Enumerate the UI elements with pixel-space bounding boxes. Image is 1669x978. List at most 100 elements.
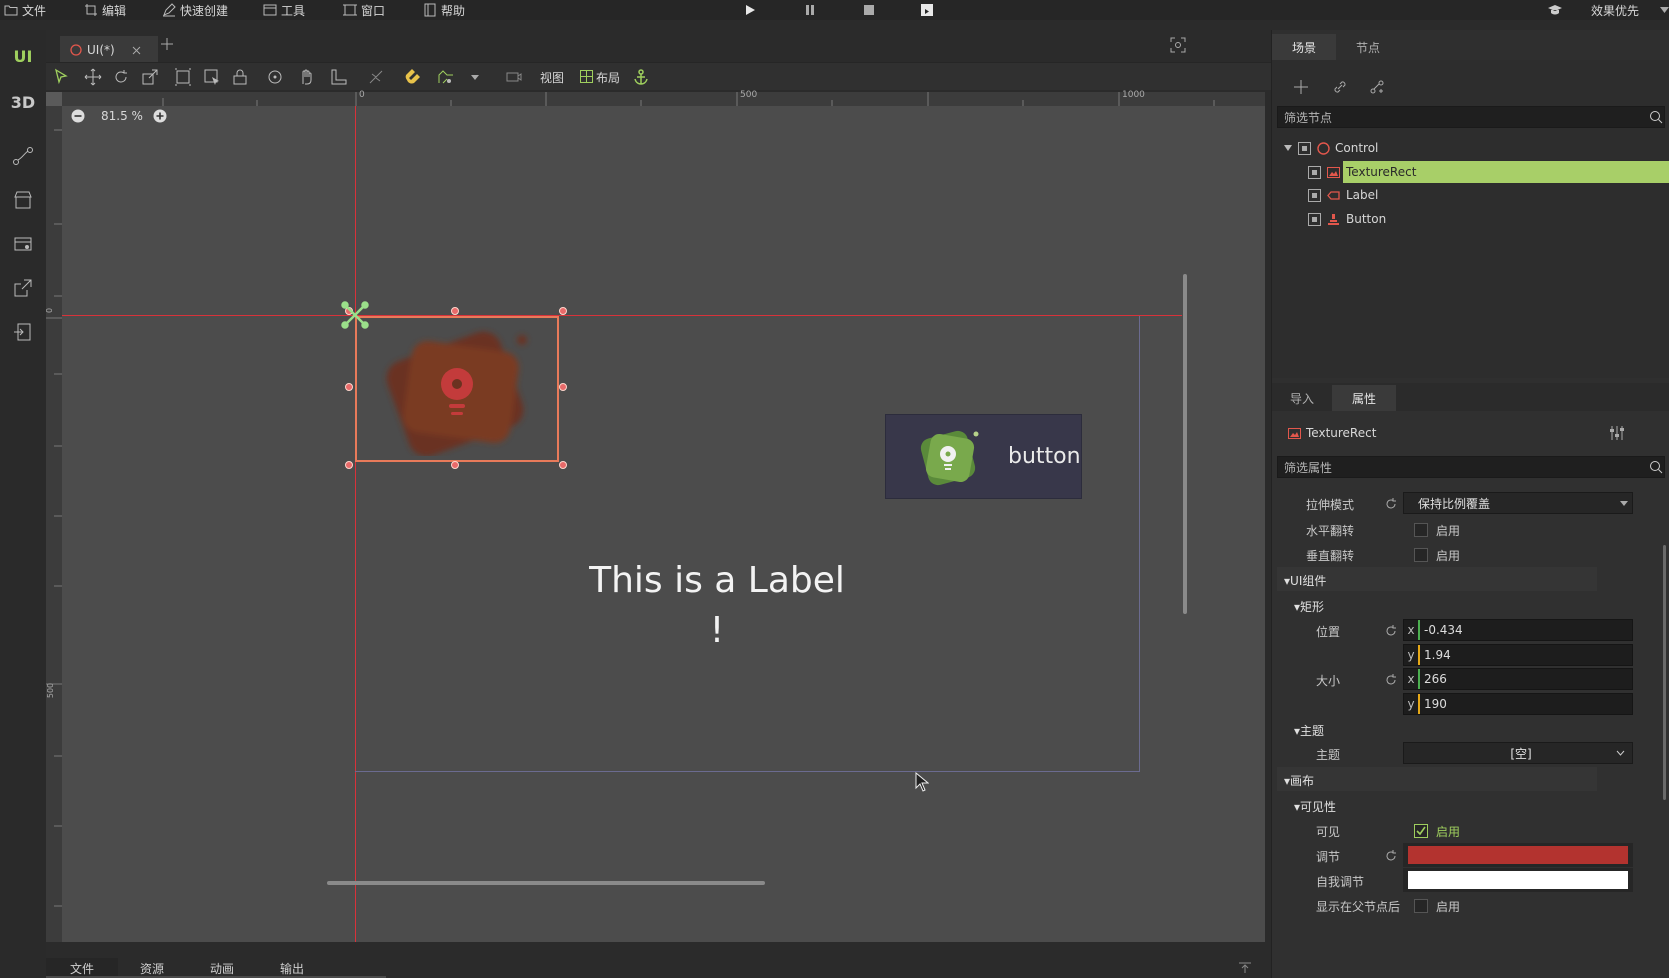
tab-output[interactable]: 输出 [256, 958, 328, 978]
tab-filesystem[interactable]: 文件 [46, 958, 119, 978]
menu-tools[interactable]: 工具 [263, 2, 305, 18]
ruler-icon[interactable] [330, 68, 348, 86]
store-button[interactable] [0, 180, 46, 220]
link-icon[interactable] [1332, 79, 1348, 95]
zoom-out-icon[interactable] [71, 109, 85, 123]
list-select-icon[interactable] [203, 68, 221, 86]
rotate-icon[interactable] [112, 68, 130, 86]
add-node-icon[interactable] [1294, 80, 1308, 94]
chevron-down-icon[interactable] [1620, 501, 1628, 506]
menu-quick-create[interactable]: 快速创建 [162, 2, 228, 18]
instance-scene-icon[interactable] [1369, 79, 1385, 95]
export-button[interactable] [0, 268, 46, 308]
tab-import[interactable]: 导入 [1272, 385, 1332, 411]
tree-row-button[interactable]: Button [1272, 208, 1669, 230]
visibility-toggle-icon[interactable] [1308, 212, 1321, 226]
reset-icon[interactable] [1384, 849, 1398, 863]
modulate-color-picker[interactable] [1403, 843, 1633, 867]
theme-select[interactable]: [空] [1403, 742, 1633, 764]
curve-tool-button[interactable] [0, 136, 46, 176]
lock-icon[interactable] [231, 68, 249, 86]
focus-frame-icon[interactable] [1170, 37, 1186, 53]
add-tab-icon[interactable] [161, 38, 173, 50]
position-y-field[interactable]: y 1.94 [1403, 644, 1633, 666]
quality-mode[interactable]: 效果优先 [1591, 2, 1639, 19]
tab-node[interactable]: 节点 [1336, 34, 1400, 60]
tab-assets[interactable]: 资源 [116, 958, 188, 978]
tab-scene[interactable]: 场景 [1272, 34, 1336, 60]
reset-icon[interactable] [1384, 673, 1398, 687]
horizontal-scrollbar[interactable] [327, 881, 765, 885]
snap-options-icon[interactable] [436, 68, 454, 86]
pivot-icon[interactable] [266, 68, 284, 86]
chevron-down-icon[interactable] [1616, 750, 1625, 756]
anchor-icon[interactable] [632, 68, 650, 86]
self-modulate-color-picker[interactable] [1403, 868, 1633, 892]
document-tab[interactable]: UI(*) [60, 36, 158, 64]
visibility-toggle-icon[interactable] [1308, 165, 1321, 179]
tree-row-texturerect[interactable]: TextureRect [1272, 161, 1669, 183]
close-icon[interactable] [132, 46, 141, 55]
reset-icon[interactable] [1384, 497, 1398, 511]
collapse-arrow-icon[interactable] [1284, 144, 1292, 152]
3d-mode-button[interactable]: 3D [0, 82, 46, 122]
section-visibility-title[interactable]: ▾可见性 [1294, 798, 1336, 815]
canvas-button[interactable]: button [885, 414, 1082, 499]
graduation-cap-icon[interactable] [1547, 3, 1563, 17]
snap-magnet-icon[interactable] [404, 68, 422, 86]
grid-layout-icon[interactable] [580, 70, 593, 83]
size-y-field[interactable]: y 190 [1403, 693, 1633, 715]
vertical-scrollbar[interactable] [1183, 274, 1187, 614]
position-x-field[interactable]: x -0.434 [1403, 619, 1633, 641]
menu-help[interactable]: 帮助 [423, 2, 465, 18]
property-filter-input[interactable]: 筛选属性 [1277, 456, 1665, 478]
rect-select-icon[interactable] [174, 68, 192, 86]
pause-icon[interactable] [804, 4, 816, 16]
visible-checkbox[interactable] [1414, 824, 1428, 838]
show-behind-parent-checkbox[interactable] [1414, 899, 1428, 913]
bone-icon[interactable] [367, 68, 385, 86]
search-icon[interactable] [1649, 110, 1663, 124]
scale-icon[interactable] [141, 68, 159, 86]
tab-animation[interactable]: 动画 [186, 958, 258, 978]
reset-icon[interactable] [1384, 624, 1398, 638]
texture-rect-selection[interactable] [355, 316, 559, 462]
expand-panel-icon[interactable] [1238, 962, 1252, 974]
canvas-label[interactable]: This is a Label ! [582, 556, 852, 656]
property-settings-icon[interactable] [1609, 426, 1625, 440]
ui-mode-button[interactable]: UI [0, 36, 46, 76]
menu-window[interactable]: 窗口 [343, 2, 385, 18]
import-button[interactable] [0, 312, 46, 352]
stop-icon[interactable] [863, 4, 875, 16]
camera-icon[interactable] [505, 68, 523, 86]
select-arrow-icon[interactable] [52, 68, 70, 86]
menu-file[interactable]: 文件 [4, 2, 46, 18]
chevron-down-icon[interactable] [470, 68, 480, 86]
view-menu[interactable]: 视图 [540, 69, 564, 86]
flip-v-checkbox[interactable] [1414, 548, 1428, 562]
visibility-toggle-icon[interactable] [1308, 188, 1321, 202]
section-rect-title[interactable]: ▾矩形 [1294, 598, 1324, 615]
tree-row-label[interactable]: Label [1272, 184, 1669, 206]
asset-library-button[interactable] [0, 224, 46, 264]
tab-properties[interactable]: 属性 [1332, 385, 1396, 411]
layout-menu[interactable]: 布局 [596, 69, 620, 86]
stretch-mode-select[interactable]: 保持比例覆盖 [1403, 492, 1633, 514]
node-filter-input[interactable]: 筛选节点 [1277, 106, 1665, 128]
pan-hand-icon[interactable] [298, 68, 316, 86]
visibility-toggle-icon[interactable] [1298, 141, 1311, 155]
section-theme-title[interactable]: ▾主题 [1294, 722, 1324, 739]
inspector-scrollbar[interactable] [1663, 545, 1666, 800]
section-canvas-header[interactable] [1277, 767, 1597, 791]
move-icon[interactable] [84, 68, 102, 86]
size-x-field[interactable]: x 266 [1403, 668, 1633, 690]
chevron-down-icon[interactable] [1660, 7, 1669, 13]
flip-h-checkbox[interactable] [1414, 523, 1428, 537]
menu-edit[interactable]: 编辑 [84, 2, 126, 18]
search-icon[interactable] [1649, 460, 1663, 474]
clapperboard-icon[interactable] [920, 3, 934, 17]
tree-row-control[interactable]: Control [1272, 137, 1669, 159]
viewport-canvas[interactable]: 81.5 % button This is a Label ! [62, 106, 1265, 942]
zoom-in-icon[interactable] [153, 109, 167, 123]
play-icon[interactable] [744, 4, 756, 16]
